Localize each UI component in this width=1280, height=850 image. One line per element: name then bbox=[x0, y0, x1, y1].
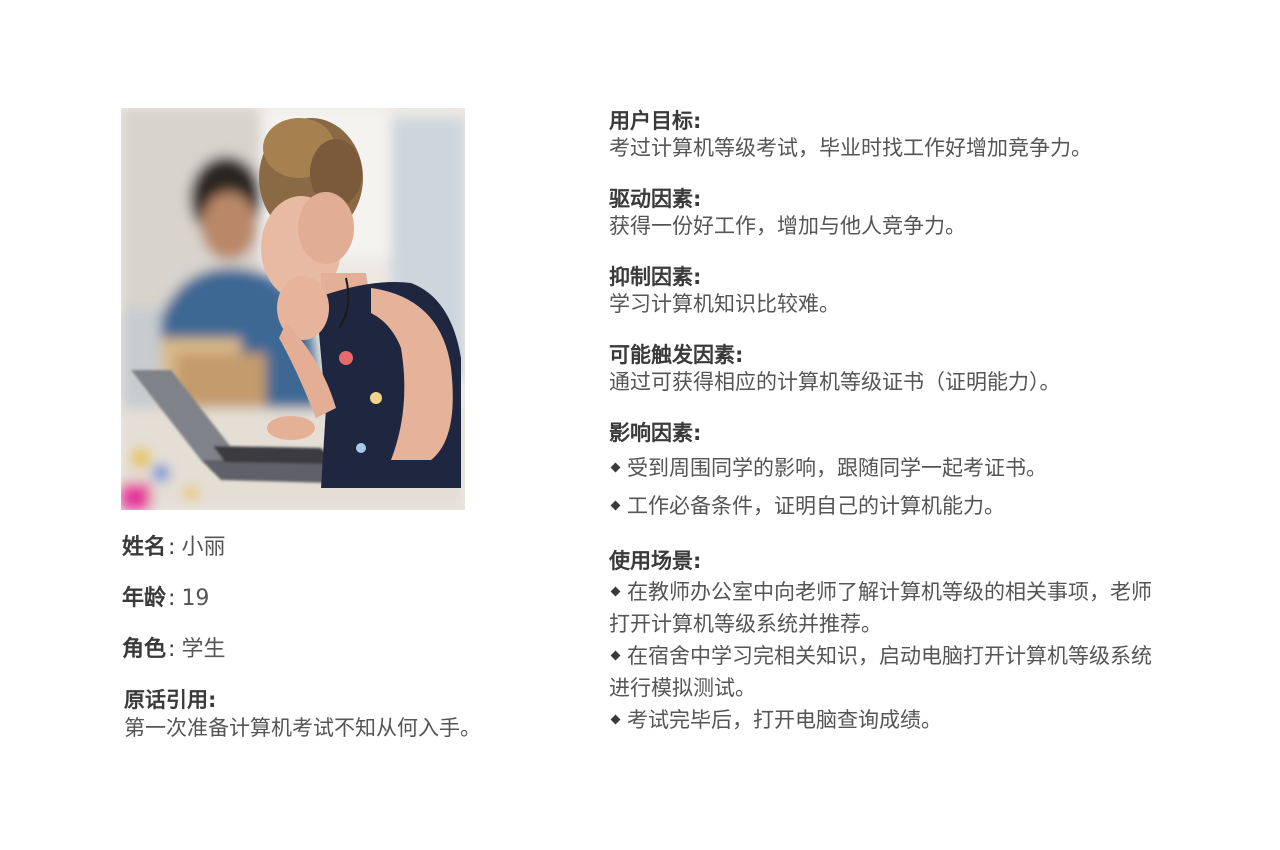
influence-item-text: 受到周围同学的影响，跟随同学一起考证书。 bbox=[627, 456, 1047, 480]
scenario-item: 在教师办公室中向老师了解计算机等级的相关事项，老师打开计算机等级系统并推荐。 bbox=[609, 576, 1169, 640]
inhibitors-separator: : bbox=[693, 265, 702, 289]
triggers-heading: 可能触发因素: bbox=[609, 342, 1189, 368]
drivers-separator: : bbox=[693, 187, 702, 211]
influence-item-text: 工作必备条件，证明自己的计算机能力。 bbox=[627, 494, 1005, 518]
age-row: 年龄: 19 bbox=[122, 585, 209, 613]
name-label: 姓名 bbox=[122, 535, 167, 560]
scenarios-section: 使用场景: 在教师办公室中向老师了解计算机等级的相关事项，老师打开计算机等级系统… bbox=[609, 548, 1189, 736]
persona-photo-illustration bbox=[121, 108, 465, 510]
name-row: 姓名: 小丽 bbox=[122, 534, 225, 562]
scenario-item-text: 在宿舍中学习完相关知识，启动电脑打开计算机等级系统进行模拟测试。 bbox=[609, 644, 1152, 700]
drivers-section: 驱动因素: 获得一份好工作，增加与他人竞争力。 bbox=[609, 186, 1189, 240]
scenario-item-text: 考试完毕后，打开电脑查询成绩。 bbox=[627, 708, 942, 732]
role-row: 角色: 学生 bbox=[122, 636, 225, 664]
diamond-bullet-icon bbox=[610, 650, 621, 661]
influences-section: 影响因素: 受到周围同学的影响，跟随同学一起考证书。 工作必备条件，证明自己的计… bbox=[609, 420, 1189, 522]
scenario-item-text: 在教师办公室中向老师了解计算机等级的相关事项，老师打开计算机等级系统并推荐。 bbox=[609, 580, 1152, 636]
triggers-section: 可能触发因素: 通过可获得相应的计算机等级证书（证明能力）。 bbox=[609, 342, 1189, 396]
drivers-text: 获得一份好工作，增加与他人竞争力。 bbox=[609, 214, 966, 238]
age-label: 年龄 bbox=[122, 586, 167, 611]
drivers-title: 驱动因素 bbox=[609, 187, 693, 211]
scenario-item: 在宿舍中学习完相关知识，启动电脑打开计算机等级系统进行模拟测试。 bbox=[609, 640, 1169, 704]
diamond-bullet-icon bbox=[610, 586, 621, 597]
persona-card: 姓名: 小丽 年龄: 19 角色: 学生 原话引用: 第一次准备计算机考试不知从何入手… bbox=[0, 0, 1280, 850]
quote-heading: 原话引用: bbox=[124, 686, 564, 714]
quote-label: 原话引用 bbox=[124, 688, 208, 712]
quote-text: 第一次准备计算机考试不知从何入手。 bbox=[124, 716, 481, 740]
role-separator: : bbox=[168, 637, 176, 662]
diamond-bullet-icon bbox=[610, 462, 621, 473]
scenario-item: 考试完毕后，打开电脑查询成绩。 bbox=[609, 704, 1169, 736]
name-value: 小丽 bbox=[181, 535, 226, 560]
goal-text: 考过计算机等级考试，毕业时找工作好增加竞争力。 bbox=[609, 136, 1092, 160]
goal-title: 用户目标 bbox=[609, 109, 693, 133]
role-value: 学生 bbox=[181, 637, 226, 662]
inhibitors-heading: 抑制因素: bbox=[609, 264, 1189, 290]
goal-heading: 用户目标: bbox=[609, 108, 1189, 134]
influence-item: 受到周围同学的影响，跟随同学一起考证书。 bbox=[609, 452, 1189, 484]
triggers-title: 可能触发因素 bbox=[609, 343, 735, 367]
role-label: 角色 bbox=[122, 637, 167, 662]
triggers-separator: : bbox=[735, 343, 744, 367]
influences-separator: : bbox=[693, 421, 702, 445]
name-separator: : bbox=[168, 535, 176, 560]
scenarios-title: 使用场景 bbox=[609, 549, 693, 573]
goal-separator: : bbox=[693, 109, 702, 133]
triggers-text: 通过可获得相应的计算机等级证书（证明能力）。 bbox=[609, 370, 1061, 394]
diamond-bullet-icon bbox=[610, 500, 621, 511]
inhibitors-text: 学习计算机知识比较难。 bbox=[609, 292, 840, 316]
goal-section: 用户目标: 考过计算机等级考试，毕业时找工作好增加竞争力。 bbox=[609, 108, 1189, 162]
diamond-bullet-icon bbox=[610, 714, 621, 725]
scenarios-separator: : bbox=[693, 549, 702, 573]
influence-item: 工作必备条件，证明自己的计算机能力。 bbox=[609, 490, 1189, 522]
inhibitors-section: 抑制因素: 学习计算机知识比较难。 bbox=[609, 264, 1189, 318]
quote-block: 原话引用: 第一次准备计算机考试不知从何入手。 bbox=[124, 686, 564, 742]
persona-photo bbox=[121, 108, 465, 510]
quote-separator: : bbox=[208, 688, 217, 712]
age-value: 19 bbox=[181, 586, 210, 611]
drivers-heading: 驱动因素: bbox=[609, 186, 1189, 212]
age-separator: : bbox=[168, 586, 176, 611]
inhibitors-title: 抑制因素 bbox=[609, 265, 693, 289]
influences-title: 影响因素 bbox=[609, 421, 693, 445]
scenarios-heading: 使用场景: bbox=[609, 548, 1189, 574]
influences-heading: 影响因素: bbox=[609, 420, 1189, 446]
